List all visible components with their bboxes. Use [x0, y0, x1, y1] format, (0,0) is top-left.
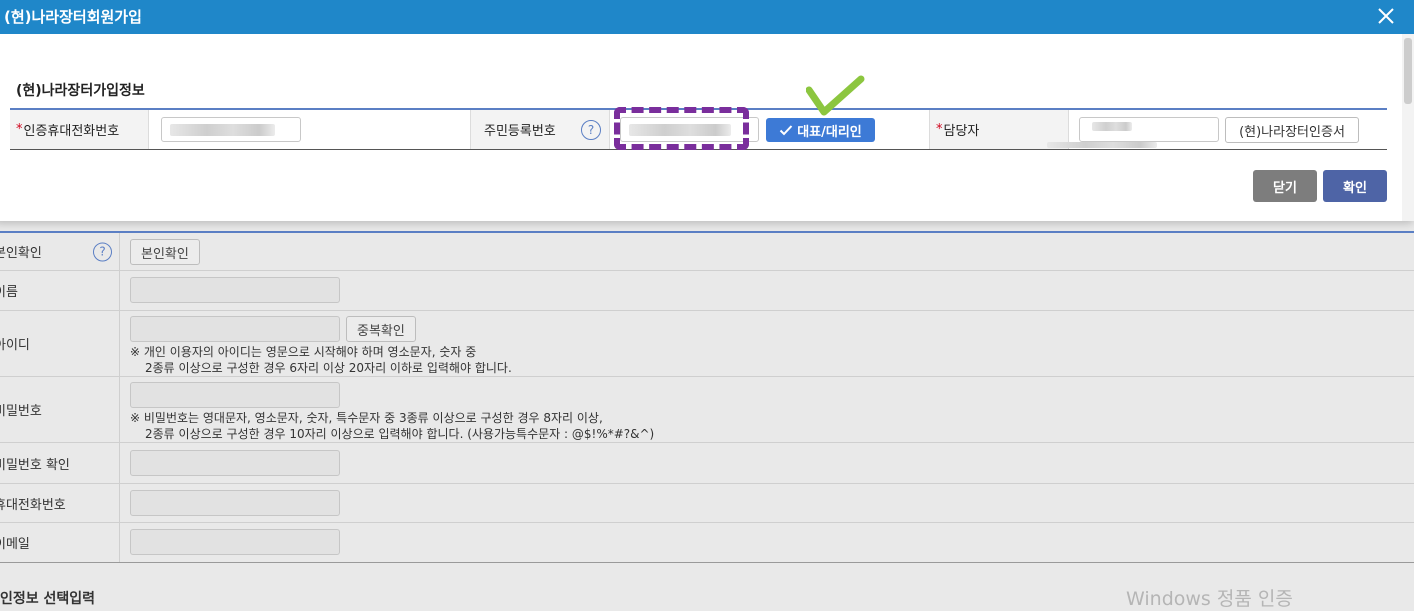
close-button[interactable]: 닫기 [1253, 170, 1317, 202]
row-email-label: 이메일 [0, 523, 120, 562]
check-icon [780, 125, 793, 136]
modal-scrollbar[interactable] [1402, 34, 1414, 221]
row-identity-label: 본인확인 ? [0, 233, 120, 270]
mobile-input[interactable] [130, 490, 340, 516]
scrollbar-thumb[interactable] [1404, 38, 1412, 104]
row-name-label: 이름 [0, 271, 120, 310]
row-mobile-label: 휴대전화번호 [0, 484, 120, 522]
password-input[interactable] [130, 382, 340, 408]
row-password-confirm: 비밀번호 확인 [0, 443, 1414, 484]
masked-value [170, 124, 275, 136]
confirm-button[interactable]: 확인 [1323, 170, 1387, 202]
certificate-button[interactable]: (현)나라장터인증서 [1225, 117, 1359, 143]
green-check-annotation [806, 75, 865, 116]
modal-title: (현)나라장터회원가입 [4, 8, 142, 26]
phone-label: * 인증휴대전화번호 [10, 110, 149, 149]
row-email: 이메일 [0, 523, 1414, 563]
signup-modal: (현)나라장터회원가입 (현)나라장터가입정보 * 인증휴대전화번호 주민등록번… [0, 0, 1414, 221]
representative-button[interactable]: 대표/대리인 [766, 118, 875, 142]
row-identity: 본인확인 ? 본인확인 [0, 233, 1414, 271]
windows-activation-watermark: Windows 정품 인증 [1126, 588, 1293, 610]
row-mobile: 휴대전화번호 [0, 484, 1414, 523]
identity-verify-button[interactable]: 본인확인 [130, 239, 200, 265]
masked-value [1092, 122, 1132, 131]
manager-input[interactable] [1079, 117, 1219, 142]
required-mark: * [936, 122, 943, 137]
row-password: 비밀번호 ※ 비밀번호는 영대문자, 영소문자, 숫자, 특수문자 중 3종류 … [0, 377, 1414, 443]
row-id-label: 아이디 [0, 311, 120, 376]
background-signup-form: 본인확인 ? 본인확인 이름 아이디 중복확인 ※ 개인 이용자의 아이디는 영… [0, 233, 1414, 563]
help-icon[interactable]: ? [581, 120, 601, 140]
required-mark: * [16, 122, 23, 137]
email-input[interactable] [130, 529, 340, 555]
row-password-label: 비밀번호 [0, 377, 120, 442]
modal-header: (현)나라장터회원가입 [0, 0, 1414, 34]
phone-input[interactable] [161, 117, 301, 142]
optional-info-section-title: 인정보 선택입력 [0, 591, 96, 607]
help-icon[interactable]: ? [93, 242, 112, 261]
row-password-confirm-label: 비밀번호 확인 [0, 443, 120, 483]
name-input[interactable] [130, 277, 340, 303]
masked-smear [1047, 142, 1157, 148]
id-input[interactable] [130, 316, 340, 342]
id-rule-note: ※ 개인 이용자의 아이디는 영문으로 시작해야 하며 영소문자, 숫자 중 2… [130, 345, 512, 375]
section-title: (현)나라장터가입정보 [16, 83, 145, 99]
close-icon[interactable] [1374, 4, 1398, 28]
id-duplicate-check-button[interactable]: 중복확인 [346, 316, 416, 342]
password-confirm-input[interactable] [130, 450, 340, 476]
password-rule-note: ※ 비밀번호는 영대문자, 영소문자, 숫자, 특수문자 중 3종류 이상으로 … [130, 411, 655, 441]
row-name: 이름 [0, 271, 1414, 311]
highlight-annotation [614, 107, 749, 150]
row-id: 아이디 중복확인 ※ 개인 이용자의 아이디는 영문으로 시작해야 하며 영소문… [0, 311, 1414, 377]
